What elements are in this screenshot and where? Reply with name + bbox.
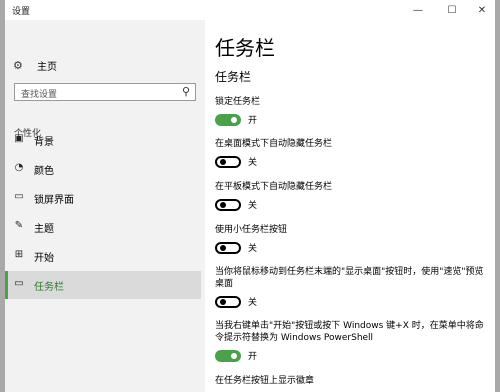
palette-icon: ◔ (14, 162, 24, 173)
setting-label: 使用小任务栏按钮 (215, 225, 288, 235)
title-bar[interactable]: 设置 — ☐ ✕ (5, 0, 495, 20)
toggle-switch[interactable] (215, 241, 241, 254)
maximize-button[interactable]: ☐ (437, 0, 467, 20)
setting-peek: 当你将鼠标移动到任务栏末端的"显示桌面"按钮时，使用"速览"预览桌面 关 (215, 266, 485, 308)
lock-screen-icon: ▭ (14, 191, 24, 202)
sidebar-item-label: 开始 (34, 253, 54, 264)
search-placeholder: 查找设置 (21, 90, 58, 100)
gear-icon: ⚙ (13, 58, 23, 72)
toggle-switch[interactable] (215, 349, 241, 362)
sidebar-item-taskbar[interactable]: ▭ 任务栏 (5, 271, 201, 299)
section-title: 任务栏 (215, 70, 252, 84)
toggle-switch[interactable] (215, 155, 241, 168)
page-title: 任务栏 (215, 36, 275, 60)
sidebar-item-label: 主题 (34, 224, 54, 235)
setting-powershell: 当我右键单击"开始"按钮或按下 Windows 键+X 时，在菜单中将命令提示符… (215, 320, 485, 362)
theme-icon: ✎ (14, 220, 24, 231)
start-icon: ⊞ (14, 249, 24, 260)
sidebar-item-colors[interactable]: ◔ 颜色 (5, 155, 201, 183)
sidebar-item-label: 颜色 (34, 166, 54, 177)
sidebar-item-home[interactable]: ⚙ 主页 (13, 56, 57, 74)
search-input[interactable]: 查找设置 ⚲ (14, 83, 196, 101)
sidebar-item-label: 主页 (37, 61, 57, 73)
toggle-state: 开 (248, 116, 258, 126)
settings-window: 设置 — ☐ ✕ ⚙ 主页 查找设置 ⚲ 个性化 ▣ 背景 ◔ 颜色 ▭ 锁屏界… (5, 0, 495, 392)
sidebar-item-label: 背景 (34, 137, 54, 148)
setting-label: 当我右键单击"开始"按钮或按下 Windows 键+X 时，在菜单中将命令提示符… (215, 321, 484, 343)
close-button[interactable]: ✕ (467, 0, 495, 20)
sidebar-item-themes[interactable]: ✎ 主题 (5, 213, 201, 241)
setting-badges: 在任务栏按钮上显示徽章 (215, 375, 485, 387)
toggle-switch[interactable] (215, 198, 241, 211)
setting-label: 在桌面模式下自动隐藏任务栏 (215, 139, 333, 149)
toggle-state: 开 (248, 352, 258, 362)
minimize-button[interactable]: — (403, 0, 433, 20)
setting-label: 当你将鼠标移动到任务栏末端的"显示桌面"按钮时，使用"速览"预览桌面 (215, 267, 484, 289)
setting-autohide-tablet: 在平板模式下自动隐藏任务栏 关 (215, 181, 485, 211)
sidebar-item-label: 任务栏 (34, 282, 64, 293)
toggle-state: 关 (248, 244, 258, 254)
setting-label: 在平板模式下自动隐藏任务栏 (215, 182, 333, 192)
main-content: 任务栏 任务栏 锁定任务栏 开 在桌面模式下自动隐藏任务栏 关 在平板模式下自动… (205, 20, 495, 392)
toggle-state: 关 (248, 158, 258, 168)
setting-lock-taskbar: 锁定任务栏 开 (215, 96, 485, 126)
active-indicator (5, 271, 8, 299)
toggle-switch[interactable] (215, 113, 241, 126)
toggle-state: 关 (248, 298, 258, 308)
sidebar-item-start[interactable]: ⊞ 开始 (5, 242, 201, 270)
search-icon[interactable]: ⚲ (182, 85, 190, 98)
taskbar-icon: ▭ (14, 278, 24, 289)
setting-label: 锁定任务栏 (215, 97, 261, 107)
image-icon: ▣ (14, 133, 24, 144)
sidebar-item-label: 锁屏界面 (34, 195, 74, 206)
setting-small-buttons: 使用小任务栏按钮 关 (215, 224, 485, 254)
sidebar: ⚙ 主页 查找设置 ⚲ 个性化 ▣ 背景 ◔ 颜色 ▭ 锁屏界面 ✎ 主题 ⊞ … (5, 20, 205, 392)
setting-autohide-desktop: 在桌面模式下自动隐藏任务栏 关 (215, 138, 485, 168)
toggle-switch[interactable] (215, 295, 241, 308)
sidebar-item-lock-screen[interactable]: ▭ 锁屏界面 (5, 184, 201, 212)
sidebar-item-background[interactable]: ▣ 背景 (5, 126, 201, 154)
setting-label: 在任务栏按钮上显示徽章 (215, 376, 315, 386)
toggle-state: 关 (248, 201, 258, 211)
app-title: 设置 (12, 7, 31, 17)
